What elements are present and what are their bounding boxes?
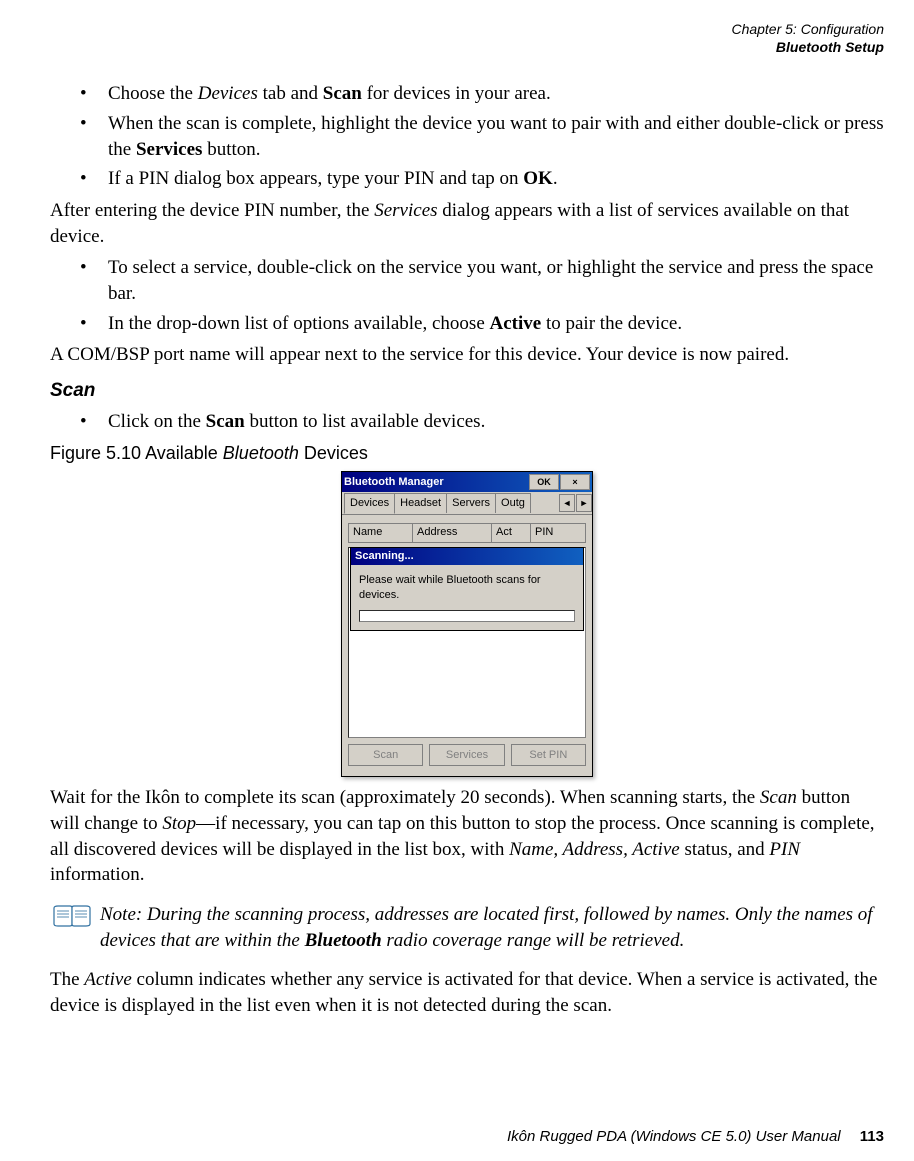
figure-caption: Figure 5.10 Available Bluetooth Devices: [50, 441, 884, 465]
col-name[interactable]: Name: [349, 524, 413, 542]
bullet-list-3: Click on the Scan button to list availab…: [50, 409, 884, 435]
devices-tab-content: Name Address Act PIN Scanning... Please …: [342, 515, 592, 776]
col-address[interactable]: Address: [413, 524, 492, 542]
tab-servers[interactable]: Servers: [446, 493, 496, 513]
dialog-message: Please wait while Bluetooth scans for de…: [359, 573, 575, 602]
paragraph: After entering the device PIN number, th…: [50, 198, 884, 249]
scanning-dialog: Scanning... Please wait while Bluetooth …: [350, 547, 584, 630]
close-button[interactable]: ×: [560, 474, 590, 490]
tab-scroll-left-icon[interactable]: ◄: [559, 494, 575, 512]
bullet-list-2: To select a service, double-click on the…: [50, 255, 884, 336]
services-button[interactable]: Services: [429, 744, 504, 767]
page-number: 113: [860, 1128, 884, 1145]
footer-text: Ikôn Rugged PDA (Windows CE 5.0) User Ma…: [507, 1128, 841, 1145]
paragraph: The Active column indicates whether any …: [50, 967, 884, 1018]
scan-button[interactable]: Scan: [348, 744, 423, 767]
note-block: Note: During the scanning process, addre…: [50, 902, 884, 953]
bottom-button-row: Scan Services Set PIN: [348, 744, 586, 767]
ok-button[interactable]: OK: [529, 474, 559, 490]
page-header: Chapter 5: Configuration Bluetooth Setup: [50, 20, 884, 56]
list-item: In the drop-down list of options availab…: [80, 311, 884, 337]
screenshot-figure: Bluetooth Manager OK × Devices Headset S…: [50, 471, 884, 777]
list-item: Click on the Scan button to list availab…: [80, 409, 884, 435]
col-pin[interactable]: PIN: [531, 524, 585, 542]
set-pin-button[interactable]: Set PIN: [511, 744, 586, 767]
tab-devices[interactable]: Devices: [344, 493, 395, 514]
list-item: When the scan is complete, highlight the…: [80, 111, 884, 162]
tab-outgoing[interactable]: Outg: [495, 493, 531, 513]
paragraph: Wait for the Ikôn to complete its scan (…: [50, 785, 884, 888]
header-chapter: Chapter 5: Configuration: [50, 20, 884, 38]
section-heading-scan: Scan: [50, 378, 884, 404]
list-item: Choose the Devices tab and Scan for devi…: [80, 81, 884, 107]
window-titlebar: Bluetooth Manager OK ×: [342, 472, 592, 492]
header-section: Bluetooth Setup: [50, 38, 884, 56]
list-item: If a PIN dialog box appears, type your P…: [80, 166, 884, 192]
tab-scroll-right-icon[interactable]: ►: [576, 494, 592, 512]
tab-headset[interactable]: Headset: [394, 493, 447, 513]
page-content: Choose the Devices tab and Scan for devi…: [50, 81, 884, 1018]
page-footer: Ikôn Rugged PDA (Windows CE 5.0) User Ma…: [507, 1128, 884, 1145]
progress-bar: [359, 610, 575, 622]
col-act[interactable]: Act: [492, 524, 531, 542]
note-text: Note: During the scanning process, addre…: [98, 902, 884, 953]
book-icon: [50, 902, 94, 930]
device-list-header: Name Address Act PIN: [348, 523, 586, 543]
paragraph: A COM/BSP port name will appear next to …: [50, 342, 884, 368]
window-title: Bluetooth Manager: [344, 475, 444, 490]
list-item: To select a service, double-click on the…: [80, 255, 884, 306]
dialog-title: Scanning...: [351, 548, 583, 565]
bluetooth-manager-window: Bluetooth Manager OK × Devices Headset S…: [341, 471, 593, 777]
bullet-list-1: Choose the Devices tab and Scan for devi…: [50, 81, 884, 192]
tab-bar: Devices Headset Servers Outg ◄ ►: [342, 492, 592, 515]
